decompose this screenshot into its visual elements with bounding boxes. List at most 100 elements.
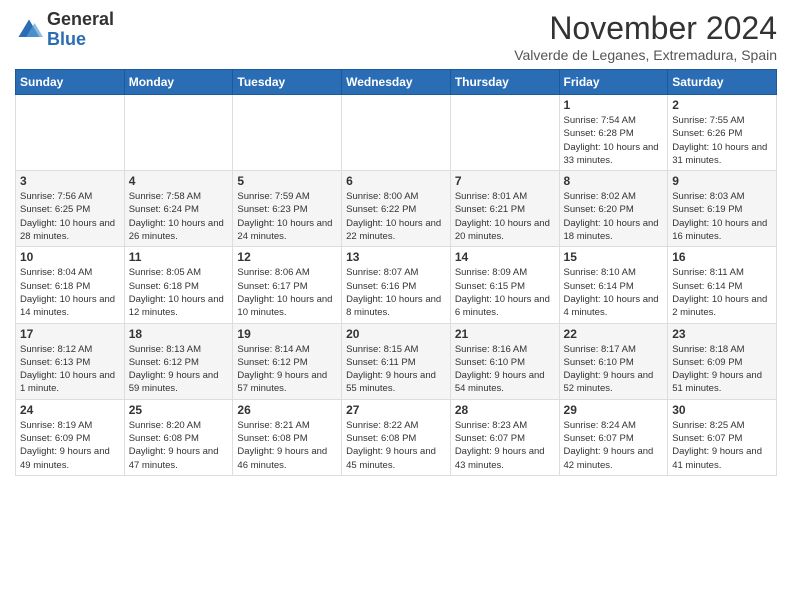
day-number: 27 xyxy=(346,403,446,417)
day-info: Sunrise: 8:25 AM Sunset: 6:07 PM Dayligh… xyxy=(672,419,772,472)
day-number: 23 xyxy=(672,327,772,341)
day-number: 8 xyxy=(564,174,664,188)
day-info: Sunrise: 8:22 AM Sunset: 6:08 PM Dayligh… xyxy=(346,419,446,472)
day-info: Sunrise: 8:05 AM Sunset: 6:18 PM Dayligh… xyxy=(129,266,229,319)
calendar-cell: 9 Sunrise: 8:03 AM Sunset: 6:19 PM Daylig… xyxy=(668,171,777,247)
title-block: November 2024 Valverde de Leganes, Extre… xyxy=(514,10,777,63)
calendar-cell: 8 Sunrise: 8:02 AM Sunset: 6:20 PM Daylig… xyxy=(559,171,668,247)
page-header: General Blue November 2024 Valverde de L… xyxy=(15,10,777,63)
day-number: 17 xyxy=(20,327,120,341)
days-header-row: SundayMondayTuesdayWednesdayThursdayFrid… xyxy=(16,70,777,95)
day-info: Sunrise: 7:59 AM Sunset: 6:23 PM Dayligh… xyxy=(237,190,337,243)
day-info: Sunrise: 8:03 AM Sunset: 6:19 PM Dayligh… xyxy=(672,190,772,243)
day-info: Sunrise: 8:06 AM Sunset: 6:17 PM Dayligh… xyxy=(237,266,337,319)
day-info: Sunrise: 8:13 AM Sunset: 6:12 PM Dayligh… xyxy=(129,343,229,396)
calendar-cell: 21 Sunrise: 8:16 AM Sunset: 6:10 PM Dayli… xyxy=(450,323,559,399)
day-header-saturday: Saturday xyxy=(668,70,777,95)
day-number: 5 xyxy=(237,174,337,188)
day-info: Sunrise: 8:07 AM Sunset: 6:16 PM Dayligh… xyxy=(346,266,446,319)
logo-text: General Blue xyxy=(47,10,114,50)
day-number: 28 xyxy=(455,403,555,417)
calendar-cell: 19Sunrise: 8:14 AM Sunset: 6:12 PM Dayli… xyxy=(233,323,342,399)
day-info: Sunrise: 8:11 AM Sunset: 6:14 PM Dayligh… xyxy=(672,266,772,319)
day-header-sunday: Sunday xyxy=(16,70,125,95)
day-number: 11 xyxy=(129,250,229,264)
calendar-cell: 17 Sunrise: 8:12 AM Sunset: 6:13 PM Dayli… xyxy=(16,323,125,399)
day-number: 26 xyxy=(237,403,337,417)
day-info: Sunrise: 8:00 AM Sunset: 6:22 PM Dayligh… xyxy=(346,190,446,243)
day-header-thursday: Thursday xyxy=(450,70,559,95)
calendar-cell xyxy=(16,95,125,171)
week-row-5: 24Sunrise: 8:19 AM Sunset: 6:09 PM Dayli… xyxy=(16,399,777,475)
day-number: 7 xyxy=(455,174,555,188)
day-info: Sunrise: 8:24 AM Sunset: 6:07 PM Dayligh… xyxy=(564,419,664,472)
day-info: Sunrise: 8:15 AM Sunset: 6:11 PM Dayligh… xyxy=(346,343,446,396)
calendar-cell: 5 Sunrise: 7:59 AM Sunset: 6:23 PM Daylig… xyxy=(233,171,342,247)
day-info: Sunrise: 8:18 AM Sunset: 6:09 PM Dayligh… xyxy=(672,343,772,396)
day-info: Sunrise: 8:12 AM Sunset: 6:13 PM Dayligh… xyxy=(20,343,120,396)
day-info: Sunrise: 7:55 AM Sunset: 6:26 PM Dayligh… xyxy=(672,114,772,167)
calendar-cell: 10Sunrise: 8:04 AM Sunset: 6:18 PM Dayli… xyxy=(16,247,125,323)
calendar-cell: 11 Sunrise: 8:05 AM Sunset: 6:18 PM Dayli… xyxy=(124,247,233,323)
day-info: Sunrise: 8:09 AM Sunset: 6:15 PM Dayligh… xyxy=(455,266,555,319)
calendar-cell: 18Sunrise: 8:13 AM Sunset: 6:12 PM Dayli… xyxy=(124,323,233,399)
calendar-cell: 16 Sunrise: 8:11 AM Sunset: 6:14 PM Dayli… xyxy=(668,247,777,323)
day-number: 29 xyxy=(564,403,664,417)
month-title: November 2024 xyxy=(514,10,777,47)
calendar-cell: 30 Sunrise: 8:25 AM Sunset: 6:07 PM Dayli… xyxy=(668,399,777,475)
week-row-4: 17 Sunrise: 8:12 AM Sunset: 6:13 PM Dayli… xyxy=(16,323,777,399)
calendar-cell: 27 Sunrise: 8:22 AM Sunset: 6:08 PM Dayli… xyxy=(342,399,451,475)
day-number: 9 xyxy=(672,174,772,188)
calendar-cell xyxy=(342,95,451,171)
calendar-cell xyxy=(450,95,559,171)
location-subtitle: Valverde de Leganes, Extremadura, Spain xyxy=(514,47,777,63)
day-info: Sunrise: 8:02 AM Sunset: 6:20 PM Dayligh… xyxy=(564,190,664,243)
day-info: Sunrise: 7:58 AM Sunset: 6:24 PM Dayligh… xyxy=(129,190,229,243)
day-number: 19 xyxy=(237,327,337,341)
day-number: 3 xyxy=(20,174,120,188)
calendar-cell: 20 Sunrise: 8:15 AM Sunset: 6:11 PM Dayli… xyxy=(342,323,451,399)
day-info: Sunrise: 8:23 AM Sunset: 6:07 PM Dayligh… xyxy=(455,419,555,472)
day-number: 20 xyxy=(346,327,446,341)
day-header-monday: Monday xyxy=(124,70,233,95)
week-row-1: 1Sunrise: 7:54 AM Sunset: 6:28 PM Daylig… xyxy=(16,95,777,171)
day-number: 30 xyxy=(672,403,772,417)
calendar-cell: 24Sunrise: 8:19 AM Sunset: 6:09 PM Dayli… xyxy=(16,399,125,475)
calendar-cell: 28 Sunrise: 8:23 AM Sunset: 6:07 PM Dayli… xyxy=(450,399,559,475)
calendar-cell: 6Sunrise: 8:00 AM Sunset: 6:22 PM Daylig… xyxy=(342,171,451,247)
day-number: 21 xyxy=(455,327,555,341)
calendar-cell: 23 Sunrise: 8:18 AM Sunset: 6:09 PM Dayli… xyxy=(668,323,777,399)
calendar-table: SundayMondayTuesdayWednesdayThursdayFrid… xyxy=(15,69,777,476)
day-info: Sunrise: 8:16 AM Sunset: 6:10 PM Dayligh… xyxy=(455,343,555,396)
week-row-3: 10Sunrise: 8:04 AM Sunset: 6:18 PM Dayli… xyxy=(16,247,777,323)
day-header-wednesday: Wednesday xyxy=(342,70,451,95)
calendar-cell xyxy=(124,95,233,171)
day-number: 4 xyxy=(129,174,229,188)
calendar-cell: 1Sunrise: 7:54 AM Sunset: 6:28 PM Daylig… xyxy=(559,95,668,171)
day-number: 14 xyxy=(455,250,555,264)
day-header-tuesday: Tuesday xyxy=(233,70,342,95)
day-info: Sunrise: 8:04 AM Sunset: 6:18 PM Dayligh… xyxy=(20,266,120,319)
calendar-cell: 22 Sunrise: 8:17 AM Sunset: 6:10 PM Dayli… xyxy=(559,323,668,399)
day-number: 16 xyxy=(672,250,772,264)
calendar-cell: 3 Sunrise: 7:56 AM Sunset: 6:25 PM Daylig… xyxy=(16,171,125,247)
calendar-cell: 26Sunrise: 8:21 AM Sunset: 6:08 PM Dayli… xyxy=(233,399,342,475)
calendar-cell: 7 Sunrise: 8:01 AM Sunset: 6:21 PM Daylig… xyxy=(450,171,559,247)
day-info: Sunrise: 8:01 AM Sunset: 6:21 PM Dayligh… xyxy=(455,190,555,243)
day-number: 12 xyxy=(237,250,337,264)
day-number: 22 xyxy=(564,327,664,341)
day-info: Sunrise: 8:10 AM Sunset: 6:14 PM Dayligh… xyxy=(564,266,664,319)
calendar-cell: 14 Sunrise: 8:09 AM Sunset: 6:15 PM Dayli… xyxy=(450,247,559,323)
week-row-2: 3 Sunrise: 7:56 AM Sunset: 6:25 PM Daylig… xyxy=(16,171,777,247)
day-info: Sunrise: 7:56 AM Sunset: 6:25 PM Dayligh… xyxy=(20,190,120,243)
day-info: Sunrise: 8:17 AM Sunset: 6:10 PM Dayligh… xyxy=(564,343,664,396)
calendar-cell: 13 Sunrise: 8:07 AM Sunset: 6:16 PM Dayli… xyxy=(342,247,451,323)
calendar-cell: 4 Sunrise: 7:58 AM Sunset: 6:24 PM Daylig… xyxy=(124,171,233,247)
calendar-cell: 29 Sunrise: 8:24 AM Sunset: 6:07 PM Dayli… xyxy=(559,399,668,475)
day-number: 13 xyxy=(346,250,446,264)
calendar-cell: 2Sunrise: 7:55 AM Sunset: 6:26 PM Daylig… xyxy=(668,95,777,171)
calendar-cell: 12 Sunrise: 8:06 AM Sunset: 6:17 PM Dayli… xyxy=(233,247,342,323)
day-info: Sunrise: 8:20 AM Sunset: 6:08 PM Dayligh… xyxy=(129,419,229,472)
day-info: Sunrise: 7:54 AM Sunset: 6:28 PM Dayligh… xyxy=(564,114,664,167)
calendar-cell: 15Sunrise: 8:10 AM Sunset: 6:14 PM Dayli… xyxy=(559,247,668,323)
